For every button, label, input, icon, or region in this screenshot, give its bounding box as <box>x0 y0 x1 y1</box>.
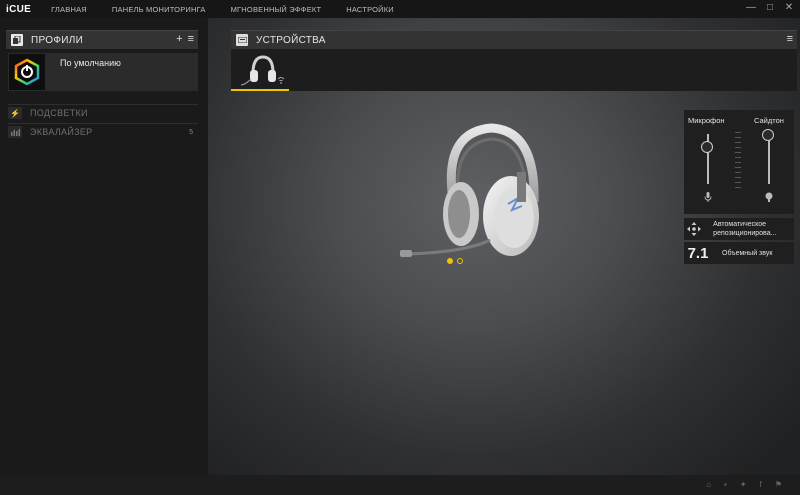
carousel-dots <box>447 258 463 264</box>
nav-home[interactable]: ГЛАВНАЯ <box>51 5 87 14</box>
twitter-icon[interactable]: ✦ <box>740 480 747 489</box>
main-area: УСТРОЙСТВА ≡ Микрофон Сайдтон Автоматиче… <box>208 18 800 475</box>
menu-lighting-label: ПОДСВЕТКИ <box>30 108 88 118</box>
nav-dashboard[interactable]: ПАНЕЛЬ МОНИТОРИНГА <box>112 5 206 14</box>
devices-header: УСТРОЙСТВА ≡ <box>231 30 797 49</box>
surround-sound-label: Объемный звук <box>722 249 773 257</box>
nav-settings[interactable]: НАСТРОЙКИ <box>346 5 394 14</box>
mic-slider-thumb[interactable] <box>701 141 713 153</box>
device-strip <box>231 49 797 91</box>
devices-title: УСТРОЙСТВА <box>256 34 326 46</box>
profiles-title: ПРОФИЛИ <box>31 34 84 46</box>
corsair-icon[interactable]: ⚑ <box>775 480 782 489</box>
profiles-icon <box>11 34 23 46</box>
menu-lighting[interactable]: ⚡ ПОДСВЕТКИ <box>8 104 198 121</box>
mic-label: Микрофон <box>688 116 725 125</box>
keyboard-icon <box>236 34 248 46</box>
maximize-button[interactable]: □ <box>765 2 775 13</box>
minimize-button[interactable]: — <box>746 2 756 13</box>
sidetone-slider-thumb[interactable] <box>762 129 774 141</box>
auto-reposition-label: Автоматическое репозиционирова... <box>713 221 777 237</box>
headset-thumbnail-icon <box>240 55 285 86</box>
levels-panel: Микрофон Сайдтон <box>684 110 794 214</box>
device-tile-headset[interactable] <box>231 49 289 91</box>
window-controls: — □ ✕ <box>746 2 794 13</box>
profile-item[interactable]: По умолчанию <box>8 53 198 91</box>
bottom-bar: ⌂ ▪ ✦ f ⚑ <box>0 475 800 495</box>
level-ticks <box>735 132 741 188</box>
carousel-dot-2[interactable] <box>457 258 463 264</box>
sidetone-label: Сайдтон <box>754 116 784 125</box>
lightning-icon: ⚡ <box>8 107 22 119</box>
menu-equalizer[interactable]: ЭКВАЛАЙЗЕР 5 <box>8 123 198 140</box>
social-links: ⌂ ▪ ✦ f ⚑ <box>706 480 782 489</box>
left-panel: ПРОФИЛИ + ≡ По умолчанию ⚡ ПОДСВЕТКИ ЭКВ… <box>0 18 208 475</box>
corsair-profile-icon <box>9 54 45 90</box>
nav-instant-effect[interactable]: МГНОВЕННЫЙ ЭФФЕКТ <box>231 5 322 14</box>
carousel-dot-1[interactable] <box>447 258 453 264</box>
microphone-icon <box>704 192 712 204</box>
selected-device-indicator <box>231 89 289 91</box>
sidetone-icon <box>764 192 774 204</box>
surround-71-badge: 7.1 <box>687 244 709 262</box>
equalizer-count: 5 <box>189 128 193 136</box>
move-arrows-icon <box>684 218 703 240</box>
surround-sound-option[interactable]: 7.1 Объемный звук <box>684 242 794 264</box>
community-icon[interactable]: ⌂ <box>706 480 711 489</box>
app-logo: iCUE <box>6 3 32 15</box>
chat-icon[interactable]: ▪ <box>724 480 727 489</box>
close-button[interactable]: ✕ <box>784 2 794 13</box>
sidetone-slider-track[interactable] <box>768 134 770 184</box>
devices-menu-button[interactable]: ≡ <box>787 33 793 45</box>
title-bar: iCUE ГЛАВНАЯ ПАНЕЛЬ МОНИТОРИНГА МГНОВЕНН… <box>0 0 800 18</box>
profile-name: По умолчанию <box>60 58 121 68</box>
add-profile-button[interactable]: + <box>176 33 182 45</box>
menu-equalizer-label: ЭКВАЛАЙЗЕР <box>30 127 93 137</box>
equalizer-icon <box>8 126 22 138</box>
facebook-icon[interactable]: f <box>760 480 762 489</box>
headset-image <box>386 122 556 272</box>
auto-reposition-option[interactable]: Автоматическое репозиционирова... <box>684 218 794 240</box>
audio-controls: Микрофон Сайдтон Автоматическое репозици… <box>684 110 794 264</box>
profiles-menu-button[interactable]: ≡ <box>188 33 194 45</box>
main-nav: ГЛАВНАЯ ПАНЕЛЬ МОНИТОРИНГА МГНОВЕННЫЙ ЭФ… <box>51 5 419 14</box>
profiles-header: ПРОФИЛИ + ≡ <box>6 30 198 49</box>
